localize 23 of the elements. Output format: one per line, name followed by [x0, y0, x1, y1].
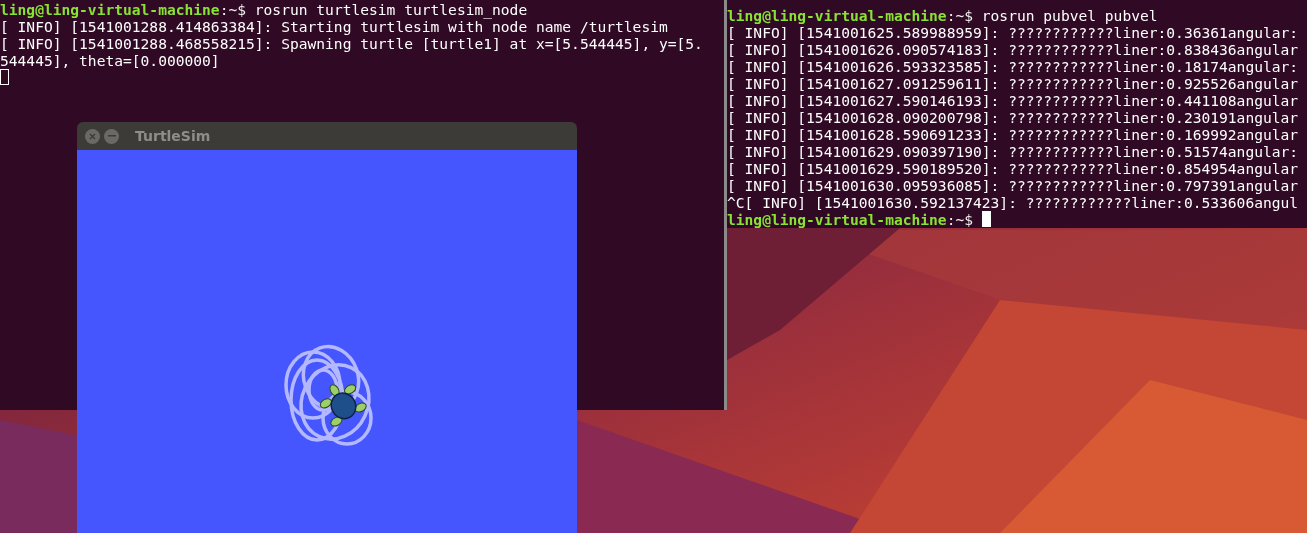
terminal-line: [ INFO] [1541001626.593323585]: ????????????liner:0.18174angular:	[727, 58, 1299, 75]
terminal-line: ling@ling-virtual-machine:~$ rosrun pubvel pubvel	[727, 7, 1158, 24]
turtle-drawing	[319, 384, 367, 427]
terminal-line: [ INFO] [1541001288.468558215]: Spawning turtle [turtle1] at x=[5.544445], y=[5.	[0, 35, 703, 52]
minimize-button[interactable]	[104, 128, 119, 144]
terminal-line: [ INFO] [1541001625.589988959]: ????????????liner:0.36361angular:	[727, 24, 1299, 41]
terminal-line: [ INFO] [1541001626.090574183]: ????????????liner:0.838436angular	[727, 41, 1299, 58]
terminal-line: [ INFO] [1541001628.590691233]: ????????????liner:0.169992angular	[727, 126, 1299, 143]
terminal-line: [ INFO] [1541001630.095936085]: ????????????liner:0.797391angular	[727, 177, 1299, 194]
window-title: TurtleSim	[135, 128, 211, 144]
terminal-line: ling@ling-virtual-machine:~$ rosrun turtlesim turtlesim_node	[0, 1, 528, 18]
terminal-line: ling@ling-virtual-machine:~$	[727, 211, 973, 228]
terminal-line: ^C[ INFO] [1541001630.592137423]: ????????????liner:0.533606angul	[727, 194, 1299, 211]
terminal-line: [ INFO] [1541001627.091259611]: ????????????liner:0.925526angular	[727, 75, 1299, 92]
terminal-line: [ INFO] [1541001288.414863384]: Starting turtlesim with node name /turtlesim	[0, 18, 668, 35]
terminal-line: [ INFO] [1541001629.090397190]: ????????????liner:0.51574angular:	[727, 143, 1299, 160]
minimize-icon	[107, 135, 116, 137]
close-icon	[89, 132, 96, 140]
terminal-line: [ INFO] [1541001629.590189520]: ????????????liner:0.854954angular	[727, 160, 1299, 177]
terminal-line: [ INFO] [1541001628.090200798]: ????????????liner:0.230191angular	[727, 109, 1299, 126]
terminal-line: 544445], theta=[0.000000]	[0, 52, 220, 69]
close-button[interactable]	[85, 128, 100, 144]
terminal-line: [ INFO] [1541001627.590146193]: ????????????liner:0.441108angular	[727, 92, 1299, 109]
